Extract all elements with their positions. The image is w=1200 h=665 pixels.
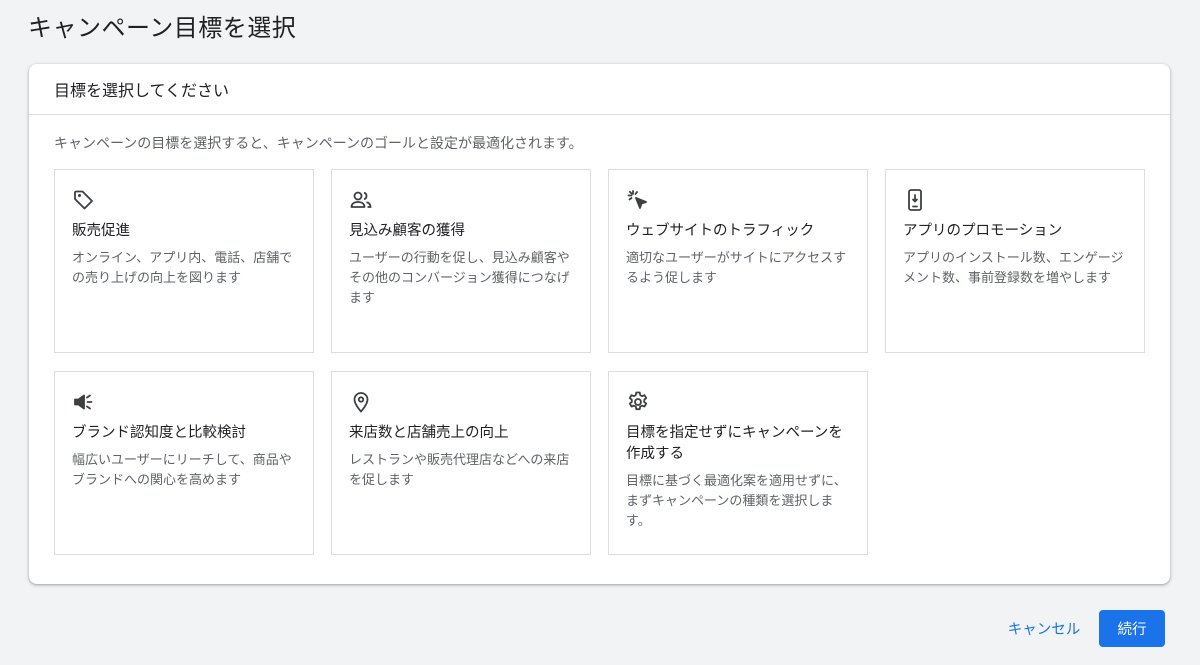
goal-card-store-visits[interactable]: 来店数と店舗売上の向上 レストランや販売代理店などへの来店を促します <box>331 371 591 555</box>
goal-card-traffic[interactable]: ウェブサイトのトラフィック 適切なユーザーがサイトにアクセスするよう促します <box>608 169 868 353</box>
goal-card-sales[interactable]: 販売促進 オンライン、アプリ内、電話、店舗での売り上げの向上を図ります <box>54 169 314 353</box>
goal-card-description: 適切なユーザーがサイトにアクセスするよう促します <box>626 251 847 286</box>
tag-icon <box>72 188 96 212</box>
goal-card-title: 見込み顧客の獲得 <box>349 223 465 239</box>
goal-card-title: 販売促進 <box>72 223 130 239</box>
location-pin-icon <box>349 390 373 414</box>
goal-card-title: 来店数と店舗売上の向上 <box>349 425 509 441</box>
goal-selection-panel: 目標を選択してください キャンペーンの目標を選択すると、キャンペーンのゴールと設… <box>29 64 1170 584</box>
gear-icon <box>626 390 650 414</box>
goal-card-title: ブランド認知度と比較検討 <box>72 425 246 441</box>
panel-header: 目標を選択してください <box>29 64 1170 115</box>
goal-card-title: アプリのプロモーション <box>903 223 1063 239</box>
page-title: キャンペーン目標を選択 <box>28 14 297 42</box>
goal-card-title: ウェブサイトのトラフィック <box>626 223 815 239</box>
goal-card-app-promotion[interactable]: アプリのプロモーション アプリのインストール数、エンゲージメント数、事前登録数を… <box>885 169 1145 353</box>
cursor-click-icon <box>626 188 650 212</box>
goal-card-description: オンライン、アプリ内、電話、店舗での売り上げの向上を図ります <box>72 251 293 286</box>
goal-card-description: ユーザーの行動を促し、見込み顧客やその他のコンバージョン獲得につなげます <box>349 251 570 306</box>
panel-description: キャンペーンの目標を選択すると、キャンペーンのゴールと設定が最適化されます。 <box>54 136 583 152</box>
goal-card-description: 幅広いユーザーにリーチして、商品やブランドへの関心を高めます <box>72 453 292 488</box>
goal-card-description: アプリのインストール数、エンゲージメント数、事前登録数を増やします <box>903 251 1124 286</box>
cancel-button[interactable]: キャンセル <box>997 610 1091 647</box>
goal-card-title: 目標を指定せずにキャンペーンを作成する <box>626 425 843 462</box>
goal-card-leads[interactable]: 見込み顧客の獲得 ユーザーの行動を促し、見込み顧客やその他のコンバージョン獲得に… <box>331 169 591 353</box>
goal-card-description: レストランや販売代理店などへの来店を促します <box>349 453 570 488</box>
goal-card-description: 目標に基づく最適化案を適用せずに、まずキャンペーンの種類を選択します。 <box>626 474 847 529</box>
continue-button[interactable]: 続行 <box>1099 610 1165 647</box>
phone-download-icon <box>903 188 927 212</box>
goal-card-brand-awareness[interactable]: ブランド認知度と比較検討 幅広いユーザーにリーチして、商品やブランドへの関心を高… <box>54 371 314 555</box>
goal-card-no-goal[interactable]: 目標を指定せずにキャンペーンを作成する 目標に基づく最適化案を適用せずに、まずキ… <box>608 371 868 555</box>
megaphone-icon <box>72 390 96 414</box>
people-icon <box>349 188 373 212</box>
